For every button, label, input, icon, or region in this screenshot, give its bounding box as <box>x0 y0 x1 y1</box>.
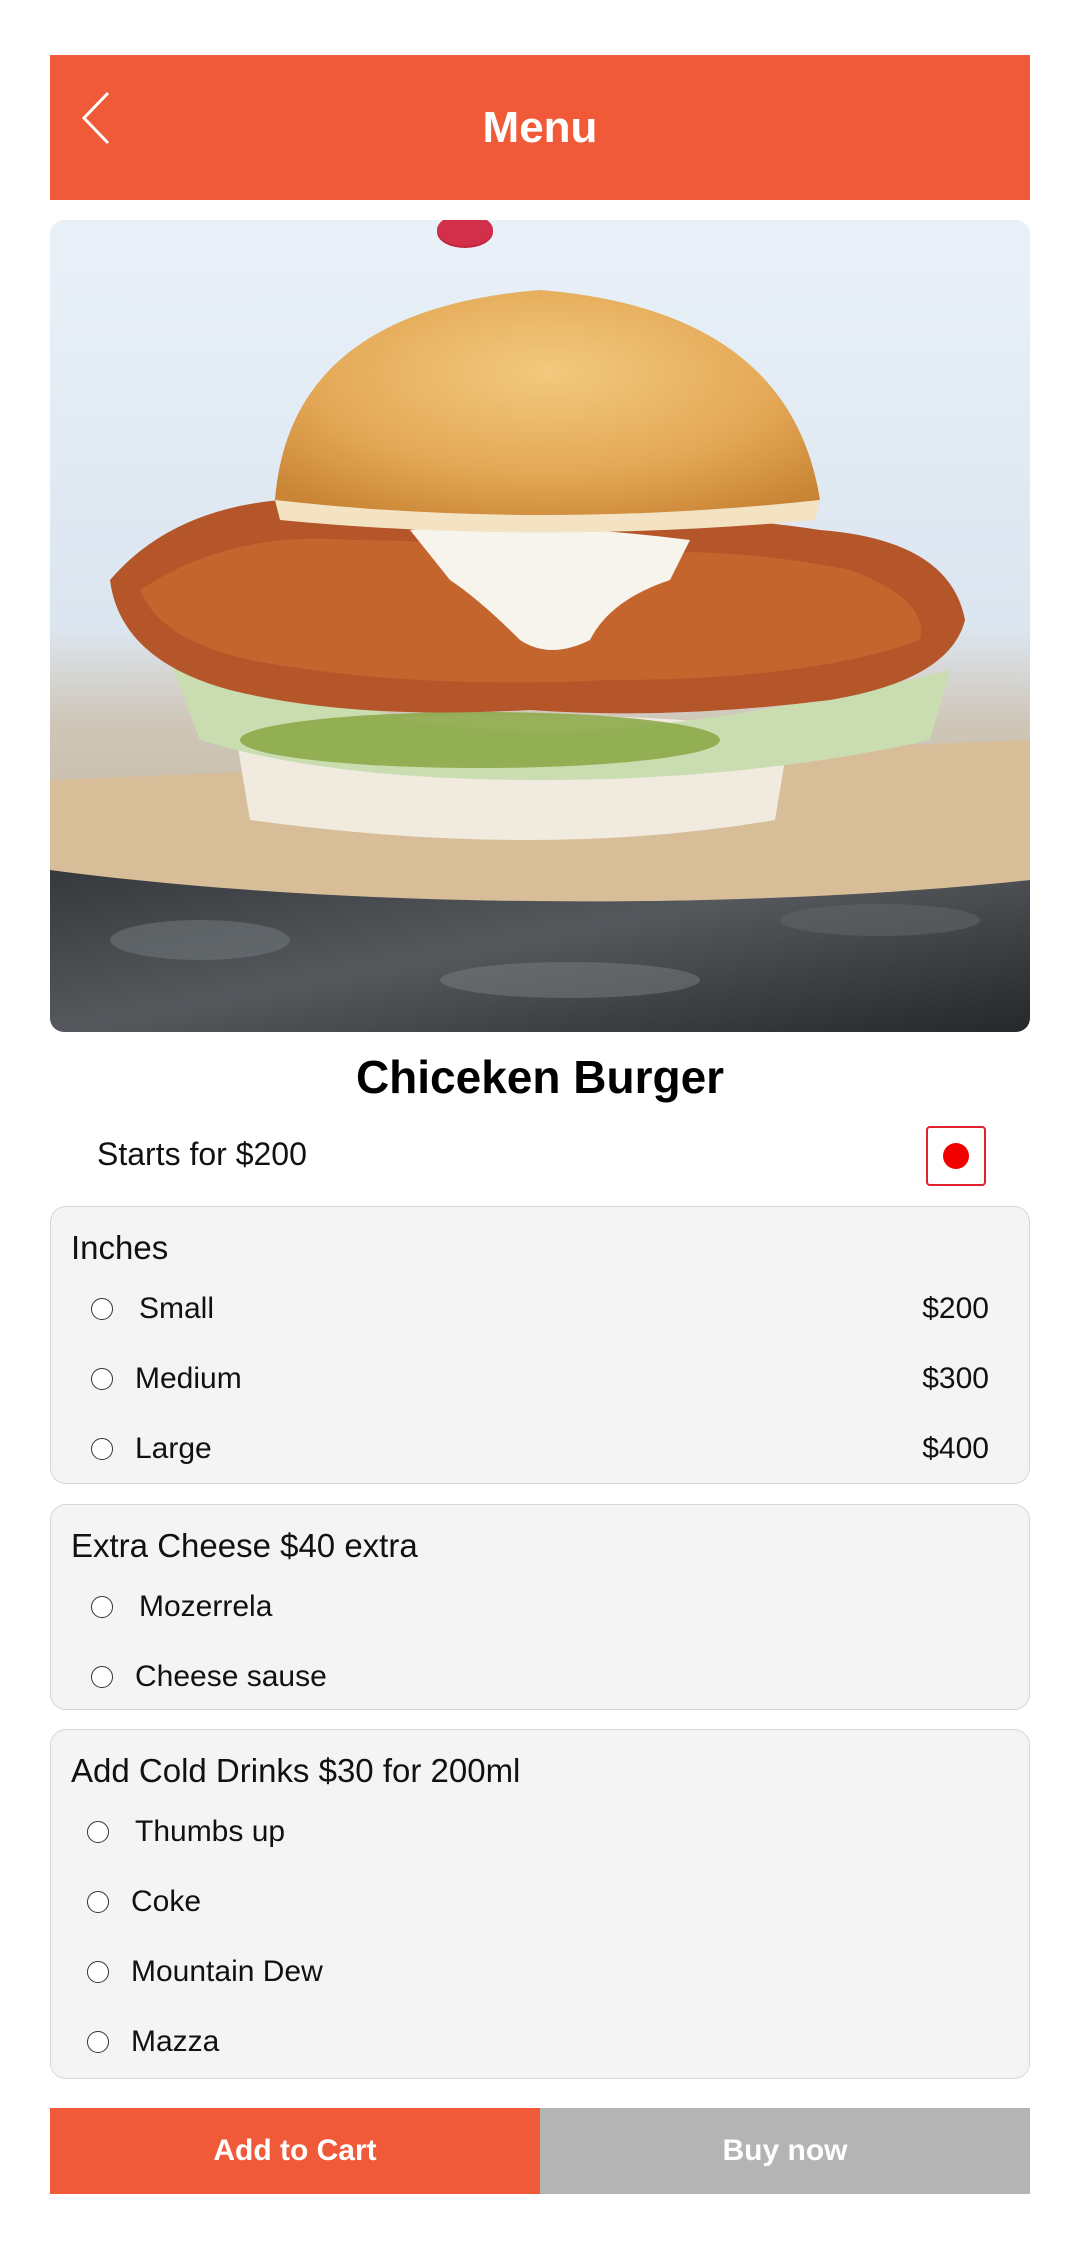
option-mountain-dew[interactable]: Mountain Dew <box>87 1950 989 1994</box>
food-type-indicator-icon <box>926 1126 986 1186</box>
radio-button[interactable] <box>91 1298 113 1320</box>
chevron-left-icon <box>81 91 110 145</box>
option-label: Coke <box>131 1885 202 1918</box>
product-name: Chiceken Burger <box>355 1051 725 1103</box>
product-image <box>50 220 1030 1032</box>
radio-button[interactable] <box>87 1821 109 1843</box>
drinks-options-group: Add Cold Drinks $30 for 200ml Thumbs up … <box>50 1729 1030 2079</box>
option-thumbs-up[interactable]: Thumbs up <box>87 1810 989 1854</box>
option-label: Large <box>135 1432 212 1465</box>
starting-price: Starts for $200 <box>97 1136 307 1172</box>
option-label: Medium <box>135 1362 242 1395</box>
option-small[interactable]: Small $200 <box>91 1287 989 1331</box>
add-to-cart-button[interactable]: Add to Cart <box>50 2108 540 2194</box>
option-cheese-sause[interactable]: Cheese sause <box>91 1655 989 1699</box>
group-title: Extra Cheese $40 extra <box>71 1527 418 1564</box>
radio-button[interactable] <box>87 1891 109 1913</box>
group-title: Add Cold Drinks $30 for 200ml <box>71 1752 521 1789</box>
radio-button[interactable] <box>91 1596 113 1618</box>
option-price: $200 <box>922 1292 989 1325</box>
page-title: Menu <box>482 102 598 152</box>
option-coke[interactable]: Coke <box>87 1880 989 1924</box>
radio-button[interactable] <box>91 1368 113 1390</box>
option-label: Mountain Dew <box>131 1955 323 1988</box>
group-title: Inches <box>71 1229 169 1266</box>
radio-button[interactable] <box>87 2031 109 2053</box>
radio-button[interactable] <box>87 1961 109 1983</box>
size-options-group: Inches Small $200 Medium $300 Large $400 <box>50 1206 1030 1484</box>
cheese-options-group: Extra Cheese $40 extra Mozerrela Cheese … <box>50 1504 1030 1710</box>
option-large[interactable]: Large $400 <box>91 1427 989 1471</box>
buy-now-button[interactable]: Buy now <box>540 2108 1030 2194</box>
app-header: Menu <box>50 55 1030 200</box>
option-medium[interactable]: Medium $300 <box>91 1357 989 1401</box>
option-label: Small <box>139 1292 215 1325</box>
option-mazza[interactable]: Mazza <box>87 2020 989 2064</box>
option-price: $300 <box>922 1362 989 1395</box>
option-label: Thumbs up <box>135 1815 286 1848</box>
option-price: $400 <box>922 1432 989 1465</box>
option-label: Mazza <box>131 2025 220 2058</box>
action-bar: Add to Cart Buy now <box>50 2108 1030 2194</box>
radio-button[interactable] <box>91 1438 113 1460</box>
indicator-dot <box>943 1143 969 1169</box>
back-button[interactable] <box>72 83 132 153</box>
option-label: Mozerrela <box>139 1590 273 1623</box>
option-label: Cheese sause <box>135 1660 327 1693</box>
radio-button[interactable] <box>91 1666 113 1688</box>
option-mozerrela[interactable]: Mozerrela <box>91 1585 989 1629</box>
